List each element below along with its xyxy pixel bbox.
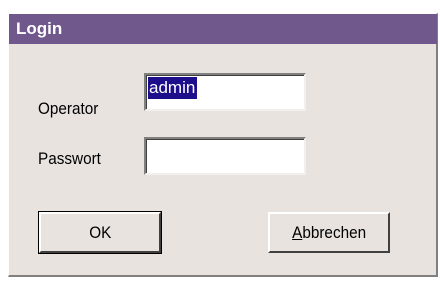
login-dialog: Login Operator admin Passwort OK Abbrech… [8, 13, 438, 277]
cancel-button-label: Abbrechen [292, 223, 366, 243]
operator-field[interactable]: admin [144, 73, 306, 111]
cancel-button[interactable]: Abbrechen [268, 212, 390, 253]
password-label: Passwort [38, 149, 101, 168]
ok-button[interactable]: OK [38, 211, 162, 254]
password-field[interactable] [144, 137, 306, 175]
window-title: Login [16, 19, 63, 38]
cancel-label-rest: bbrechen [302, 222, 366, 242]
title-bar[interactable]: Login [9, 14, 437, 44]
operator-selected-text: admin [148, 77, 198, 99]
cancel-mnemonic: A [291, 222, 303, 242]
operator-label: Operator [38, 99, 99, 118]
ok-button-label: OK [88, 222, 112, 242]
password-input[interactable] [146, 139, 304, 173]
